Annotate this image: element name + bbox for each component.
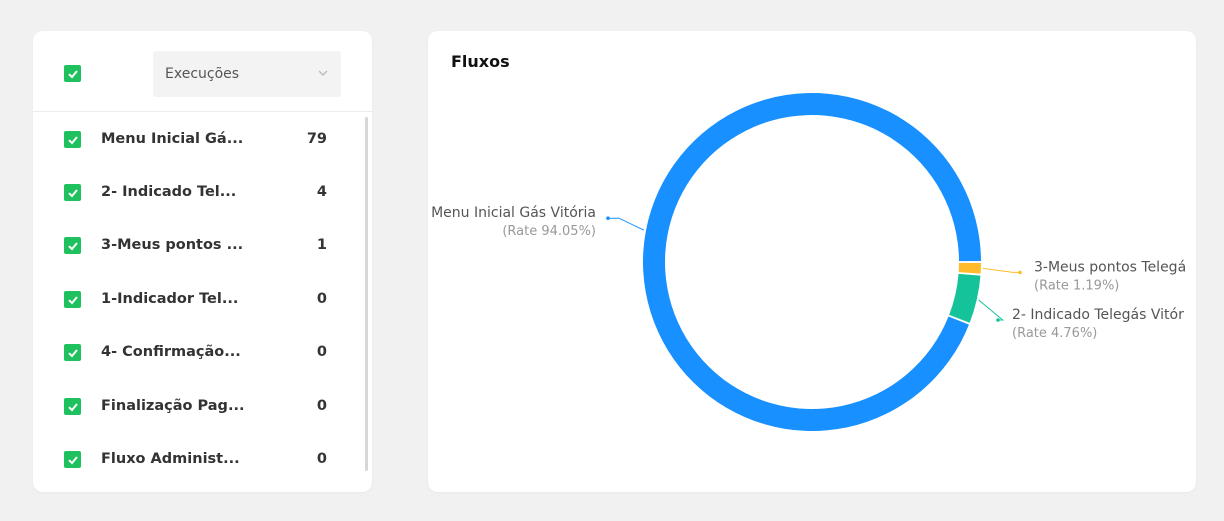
donut-slice[interactable] (949, 273, 981, 323)
list-item[interactable]: 4- Confirmação... 0 (33, 333, 363, 373)
item-label: Fluxo Administ... (101, 451, 240, 467)
item-label: 2- Indicado Tel... (101, 184, 237, 200)
list-item[interactable]: 3-Meus pontos ... 1 (33, 226, 363, 266)
item-count: 1 (316, 237, 327, 253)
donut-slice[interactable] (643, 93, 981, 432)
item-count: 0 (316, 398, 327, 414)
item-checkbox[interactable] (64, 344, 81, 361)
slice-rate-label: (Rate 1.19%) (1034, 278, 1119, 293)
list-item[interactable]: Finalização Pag... 0 (33, 387, 363, 427)
donut-slice[interactable] (958, 262, 981, 274)
item-count: 0 (316, 451, 327, 467)
item-label: Menu Inicial Gá... (101, 131, 244, 147)
slice-label: Menu Inicial Gás Vitória (431, 205, 596, 221)
check-icon (67, 188, 78, 197)
list-item[interactable]: Menu Inicial Gá... 79 (33, 120, 363, 160)
list-item[interactable]: Fluxo Administ... 0 (33, 440, 363, 480)
item-checkbox[interactable] (64, 184, 81, 201)
item-label: 4- Confirmação... (101, 344, 241, 360)
slice-rate-label: (Rate 4.76%) (1012, 326, 1097, 341)
list-scrollbar[interactable] (365, 117, 368, 471)
list-item[interactable]: 2- Indicado Tel... 4 (33, 173, 363, 213)
item-count: 0 (316, 291, 327, 307)
item-checkbox[interactable] (64, 237, 81, 254)
chevron-down-icon (318, 70, 328, 76)
item-count: 79 (306, 131, 327, 147)
leader-line (982, 267, 1020, 273)
check-icon (67, 69, 78, 78)
metric-select-value: Execuções (165, 66, 240, 82)
donut-chart: Menu Inicial Gás Vitória (Rate 94.05%) 2- … (431, 93, 1186, 432)
item-label: Finalização Pag... (101, 398, 245, 414)
check-icon (67, 241, 78, 250)
slice-rate-label: (Rate 94.05%) (502, 224, 596, 239)
item-count: 4 (316, 184, 327, 200)
leader-line (608, 217, 645, 231)
check-icon (67, 455, 78, 464)
metric-select[interactable]: Execuções (153, 51, 341, 97)
leader-dot (606, 216, 610, 221)
item-checkbox[interactable] (64, 398, 81, 415)
check-icon (67, 402, 78, 411)
item-count: 0 (316, 344, 327, 360)
check-icon (67, 348, 78, 357)
flows-filter-panel: Execuções Menu Inicial Gá... 79 2- Indic… (33, 31, 372, 492)
leader-dot (1018, 270, 1022, 275)
slice-label: 3-Meus pontos Telegá (1034, 259, 1186, 275)
check-icon (67, 135, 78, 144)
item-checkbox[interactable] (64, 451, 81, 468)
item-label: 1-Indicador Tel... (101, 291, 239, 307)
list-item[interactable]: 1-Indicador Tel... 0 (33, 280, 363, 320)
slice-label: 2- Indicado Telegás Vitór (1012, 307, 1184, 323)
leader-line (978, 299, 1005, 321)
leader-dot (996, 318, 1000, 322)
select-all-checkbox[interactable] (64, 65, 81, 82)
item-label: 3-Meus pontos ... (101, 237, 244, 253)
check-icon (67, 295, 78, 304)
filter-header: Execuções (33, 31, 372, 112)
item-checkbox[interactable] (64, 291, 81, 308)
flows-chart-panel: Fluxos Menu Inicial Gás Vitória (Rate 94.… (428, 31, 1196, 492)
item-checkbox[interactable] (64, 131, 81, 148)
